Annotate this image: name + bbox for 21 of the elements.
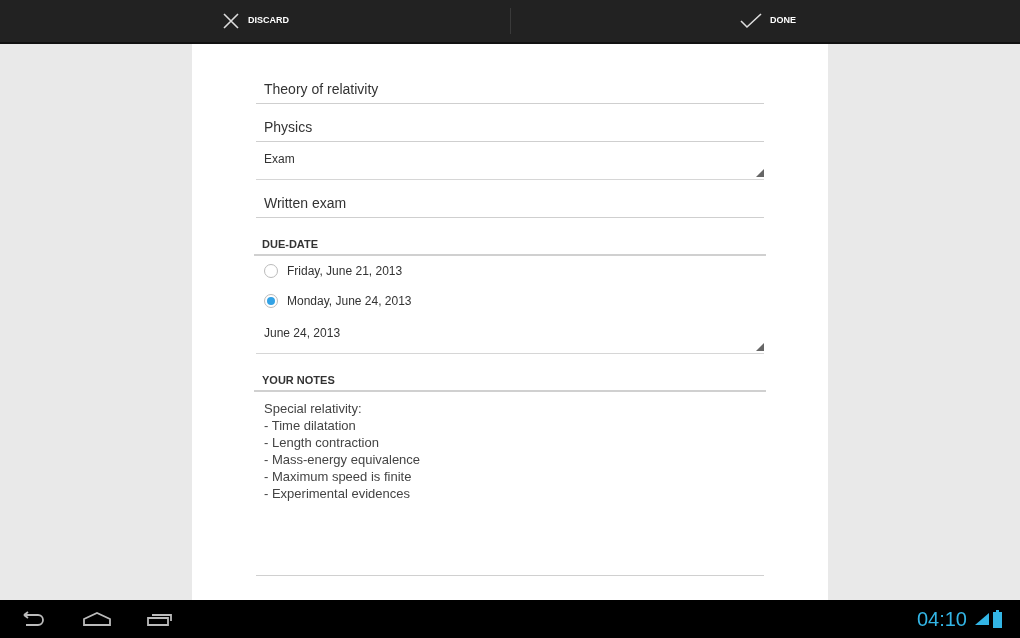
section-header: YOUR NOTES [254,370,766,392]
text-field[interactable]: Physics [256,104,764,142]
dropdown-corner-icon [756,343,764,351]
check-icon [740,12,762,30]
notes-field[interactable]: Special relativity: - Time dilatation - Length contraction - Mass-energy equivalence - Maximum speed is finite - Experimental evidences [256,392,764,576]
close-icon [222,12,240,30]
radio-label: Monday, June 24, 2013 [287,293,412,310]
home-icon[interactable] [82,611,112,627]
wifi-icon [975,611,989,627]
clock: 04:10 [916,607,967,632]
section-header: DUE-DATE [254,234,766,256]
discard-button[interactable]: DISCARD [222,12,289,30]
text-field[interactable]: Written exam [256,180,764,218]
done-button[interactable]: DONE [740,12,796,30]
text-field[interactable]: Theory of relativity [256,66,764,104]
radio-label: Friday, June 21, 2013 [287,263,403,280]
dropdown-corner-icon [756,169,764,177]
dropdown[interactable]: Exam [256,142,764,180]
recent-apps-icon[interactable] [146,611,174,627]
dropdown[interactable]: June 24, 2013 [256,316,764,354]
battery-icon [993,610,1002,628]
